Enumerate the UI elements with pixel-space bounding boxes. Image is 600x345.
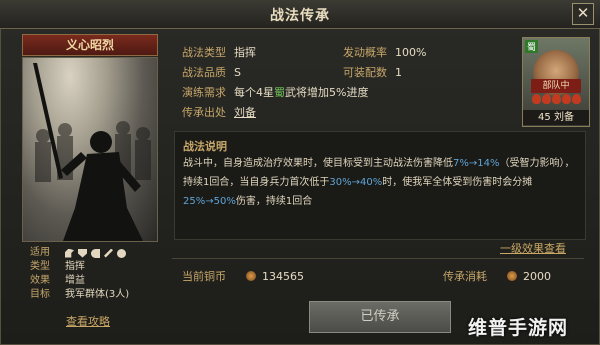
- hero-stars: [527, 94, 585, 106]
- view-guide-link[interactable]: 查看攻略: [66, 313, 110, 329]
- troop-icons: [65, 248, 126, 258]
- dialog-title: 战法传承: [270, 8, 330, 24]
- info-value: 指挥: [65, 261, 85, 272]
- description-box: 战法说明 战斗中，自身造成治疗效果时，使目标受到主动战法伤害降低7%→14%（受…: [174, 131, 586, 240]
- detail-value: 1: [395, 66, 402, 79]
- hero-role: 部队中: [531, 79, 581, 93]
- watermark: 维普手游网: [468, 317, 569, 339]
- copper-balance: 当前铜币 134565: [182, 268, 304, 284]
- desc-highlight: 7%→14%: [453, 158, 500, 169]
- detail-value: 指挥: [234, 46, 256, 59]
- detail-source: 传承出处 刘备: [182, 104, 256, 120]
- shield-icon: [78, 248, 87, 258]
- detail-label: 演练需求: [182, 86, 226, 99]
- description-heading: 战法说明: [183, 140, 227, 153]
- tactic-name: 义心昭烈: [22, 34, 158, 56]
- bow-icon: [91, 248, 100, 258]
- cost-value: 2000: [523, 269, 551, 283]
- info-label: 适用: [30, 247, 50, 258]
- cost-value: 134565: [262, 269, 304, 283]
- faction-badge: 蜀: [525, 40, 539, 53]
- star-icon: [571, 94, 581, 104]
- star-icon: [531, 94, 541, 104]
- desc-part: 伤害，持续1回合: [235, 196, 313, 207]
- req-text: 武将增加5%进度: [285, 86, 369, 99]
- cost-label: 传承消耗: [443, 270, 487, 283]
- detail-label: 战法品质: [182, 66, 226, 79]
- faction-text: 蜀: [274, 86, 285, 99]
- detail-value: 每个4星蜀武将增加5%进度: [234, 86, 368, 99]
- info-row-applicable: 适用: [30, 246, 129, 260]
- desc-highlight: 25%→50%: [183, 196, 236, 207]
- info-row-effect: 效果 增益: [30, 274, 129, 288]
- detail-prob: 发动概率 100%: [343, 44, 426, 60]
- info-label: 目标: [30, 289, 50, 300]
- tactic-artwork: [22, 57, 158, 242]
- info-value: 增益: [65, 275, 85, 286]
- spear-icon: [104, 248, 113, 258]
- info-label: 类型: [30, 261, 50, 272]
- source-link[interactable]: 刘备: [234, 106, 256, 119]
- cost-label: 当前铜币: [182, 270, 226, 283]
- wheel-icon: [117, 248, 126, 258]
- cavalry-icon: [65, 248, 74, 258]
- detail-value: S: [234, 66, 241, 79]
- star-icon: [541, 94, 551, 104]
- info-row-target: 目标 我军群体(3人): [30, 288, 129, 302]
- detail-quality: 战法品质 S: [182, 64, 241, 80]
- star-icon: [551, 94, 561, 104]
- req-text: 每个4星: [234, 86, 274, 99]
- detail-label: 传承出处: [182, 106, 226, 119]
- detail-value: 100%: [395, 46, 427, 59]
- inherit-cost: 传承消耗 2000: [443, 268, 551, 284]
- star-icon: [561, 94, 571, 104]
- detail-type: 战法类型 指挥: [182, 44, 256, 60]
- detail-label: 可装配数: [343, 66, 387, 79]
- detail-slots: 可装配数 1: [343, 64, 402, 80]
- desc-part: 战斗中，自身造成治疗效果时，使目标受到主动战法伤害降低: [183, 158, 453, 169]
- copper-coin-icon: [507, 271, 517, 281]
- desc-part: 时，使我军全体受到伤害时会分摊: [382, 177, 533, 188]
- inherited-button[interactable]: 已传承: [309, 301, 451, 333]
- divider: [172, 258, 584, 259]
- info-row-type: 类型 指挥: [30, 260, 129, 274]
- tactic-info: 适用 类型 指挥 效果 增益 目标 我军群体(3人): [30, 246, 129, 302]
- detail-requirement: 演练需求 每个4星蜀武将增加5%进度: [182, 84, 368, 100]
- close-button[interactable]: ✕: [572, 3, 594, 25]
- info-value: 我军群体(3人): [65, 289, 130, 300]
- view-effect-link[interactable]: 一级效果查看: [500, 240, 566, 256]
- description-text: 战斗中，自身造成治疗效果时，使目标受到主动战法伤害降低7%→14%（受智力影响）…: [183, 154, 578, 211]
- detail-label: 发动概率: [343, 46, 387, 59]
- hero-card[interactable]: 蜀 部队中 45 刘备: [522, 37, 590, 127]
- detail-label: 战法类型: [182, 46, 226, 59]
- hero-level-name: 45 刘备: [523, 110, 589, 125]
- info-label: 效果: [30, 275, 50, 286]
- copper-coin-icon: [246, 271, 256, 281]
- desc-highlight: 30%→40%: [329, 177, 383, 188]
- title-bar: 战法传承 ✕: [0, 0, 600, 29]
